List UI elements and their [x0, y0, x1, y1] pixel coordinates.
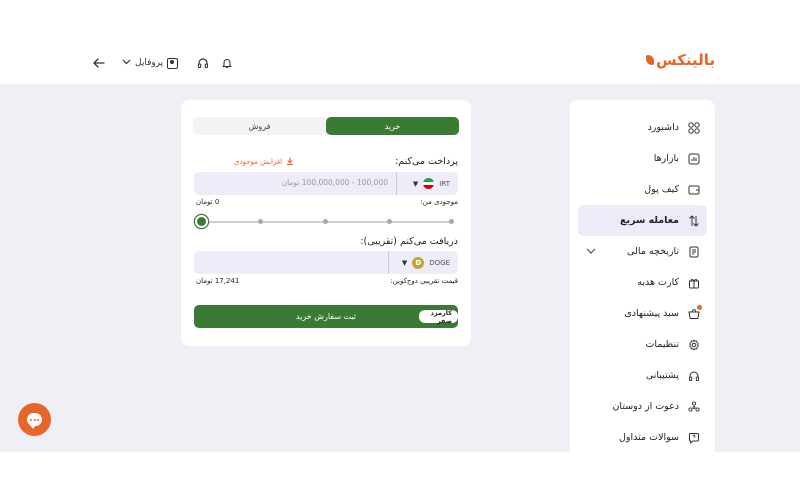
brand-logo-text: بالینکس: [656, 51, 716, 69]
increase-balance-label: افزایش موجودی: [234, 158, 283, 166]
sidebar-item-settings[interactable]: تنظیمات: [578, 329, 707, 360]
sidebar-item-faq[interactable]: سوالات متداول: [578, 422, 707, 453]
iran-flag-icon: [423, 178, 435, 189]
sidebar-item-label: تنظیمات: [645, 339, 679, 350]
sidebar-item-wallet[interactable]: کیف پول: [578, 174, 707, 205]
top-header: پروفایل بالینکس: [0, 0, 800, 84]
receive-currency-select[interactable]: ▼ Ð DOGE: [388, 251, 458, 274]
quick-trade-card: فروش خرید پرداخت می‌کنم: افزایش موجودی 1…: [181, 100, 471, 346]
download-icon: [286, 157, 294, 167]
sidebar-item-label: سبد پیشنهادی: [624, 308, 679, 319]
receive-label: دریافت می‌کنم (تقریبی):: [360, 236, 458, 247]
approx-price-value: 17,241 تومان: [196, 277, 240, 285]
chat-support-button[interactable]: [18, 403, 51, 436]
page: پروفایل بالینکس داشبورد بازارها کیف پول …: [0, 0, 800, 500]
my-balance-value: 0 تومان: [196, 198, 220, 206]
header-actions: پروفایل: [90, 54, 236, 72]
slider-step[interactable]: [323, 219, 328, 224]
profile-label: پروفایل: [135, 58, 164, 68]
caret-down-icon: ▼: [412, 179, 419, 188]
sidebar-item-invite-friends[interactable]: دعوت از دوستان: [578, 391, 707, 422]
faq-icon: [687, 431, 700, 444]
receive-currency-code: DOGE: [429, 258, 450, 267]
tab-sell[interactable]: فروش: [193, 117, 326, 135]
sidebar-item-label: بازارها: [653, 153, 679, 164]
zero-fee-badge: کارمزد صفر: [419, 309, 458, 325]
slider-step[interactable]: [449, 219, 454, 224]
sidebar-item-label: تاریخچه مالی: [627, 246, 679, 257]
submit-button-label: ثبت سفارش خرید: [295, 312, 357, 321]
sidebar-item-quick-trade[interactable]: معامله سریع: [578, 205, 707, 236]
pay-label: پرداخت می‌کنم:: [395, 156, 458, 167]
sidebar-item-label: سوالات متداول: [619, 432, 679, 443]
sidebar-item-markets[interactable]: بازارها: [578, 143, 707, 174]
receive-amount-field[interactable]: ▼ Ð DOGE: [194, 251, 458, 274]
chevron-down-icon[interactable]: [586, 246, 596, 257]
sidebar-item-label: کیف پول: [644, 184, 679, 195]
sidebar-item-financial-history[interactable]: تاریخچه مالی: [578, 236, 707, 267]
gear-icon: [687, 338, 700, 351]
sidebar-item-label: پشتیبانی: [645, 370, 679, 381]
basket-icon: [687, 305, 702, 320]
slider-step[interactable]: [387, 219, 392, 224]
brand-mark-icon: [646, 55, 654, 65]
brand-logo[interactable]: بالینکس: [646, 51, 715, 69]
invite-icon: [687, 400, 700, 413]
sidebar-item-label: کارت هدیه: [637, 277, 679, 288]
sidebar-item-gift-card[interactable]: کارت هدیه: [578, 267, 707, 298]
footer-strip: [0, 452, 800, 500]
buy-sell-tabs: فروش خرید: [193, 117, 459, 135]
sidebar-item-label: داشبورد: [647, 122, 679, 133]
profile-menu-button[interactable]: پروفایل: [122, 57, 179, 69]
history-icon: [687, 245, 700, 258]
my-balance-label: موجودی من:: [420, 198, 458, 206]
slider-step[interactable]: [258, 219, 263, 224]
dashboard-icon: [687, 121, 700, 134]
approx-price-label: قیمت تقریبی دوج‌کوین:: [390, 277, 458, 285]
sidebar-item-label: معامله سریع: [620, 215, 679, 226]
sidebar-item-support[interactable]: پشتیبانی: [578, 360, 707, 391]
sidebar-item-dashboard[interactable]: داشبورد: [578, 112, 707, 143]
increase-balance-link[interactable]: افزایش موجودی: [194, 157, 294, 167]
chat-icon: [27, 413, 42, 429]
headset-icon: [687, 369, 700, 382]
sidebar-nav: داشبورد بازارها کیف پول معامله سریع تاری…: [570, 100, 715, 452]
sidebar-item-suggested-basket[interactable]: سبد پیشنهادی: [578, 298, 707, 329]
markets-icon: [687, 152, 700, 165]
amount-slider-thumb[interactable]: [195, 215, 208, 228]
gift-icon: [687, 276, 700, 289]
headset-icon[interactable]: [194, 54, 212, 72]
swap-icon: [687, 214, 700, 227]
tab-buy[interactable]: خرید: [326, 117, 459, 135]
pay-currency-code: IRT: [439, 179, 450, 188]
submit-buy-order-button[interactable]: ثبت سفارش خرید کارمزد صفر: [194, 305, 458, 328]
pay-currency-select[interactable]: ▼ IRT: [396, 172, 458, 195]
back-arrow-icon[interactable]: [90, 54, 108, 72]
notification-dot: [697, 305, 702, 310]
sidebar-item-label: دعوت از دوستان: [612, 401, 679, 412]
bell-icon[interactable]: [218, 54, 236, 72]
pay-amount-placeholder: 100,000 - 100,000,000 تومان: [281, 178, 388, 187]
pay-amount-field[interactable]: 100,000 - 100,000,000 تومان ▼ IRT: [194, 172, 458, 195]
wallet-icon: [687, 183, 700, 196]
user-icon: [167, 57, 179, 69]
dogecoin-icon: Ð: [412, 256, 425, 269]
chevron-down-icon: [122, 58, 131, 68]
caret-down-icon: ▼: [401, 258, 408, 267]
